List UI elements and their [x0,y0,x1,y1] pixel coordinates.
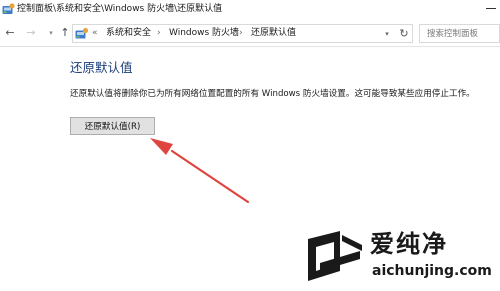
watermark-site: aichunjing.com [372,263,492,279]
control-panel-icon [75,27,89,39]
window-title: 控制面板\系统和安全\Windows 防火墙\还原默认值 [17,4,223,14]
aichunjing-logo [308,231,362,281]
minimize-button[interactable] [486,8,496,9]
page-title: 还原默认值 [70,60,133,75]
up-arrow-icon[interactable]: ↑ [58,26,72,40]
navigation-bar: ← → ▾ ↑ « 系统和安全 › Windows 防火墙 › 还原默认值 ▾ … [0,19,500,47]
restore-defaults-button[interactable]: 还原默认值(R) [70,117,155,135]
breadcrumb-separator-icon[interactable]: › [157,26,161,41]
address-dropdown-icon[interactable]: ▾ [378,24,396,43]
breadcrumb-separator-icon[interactable]: › [239,26,243,41]
breadcrumb-system-security[interactable]: 系统和安全 [106,26,151,41]
recent-locations-chevron-icon[interactable]: ▾ [44,26,58,40]
page-description: 还原默认值将删除你已为所有网络位置配置的所有 Windows 防火墙设置。这可能… [70,89,475,99]
forward-arrow-icon[interactable]: → [24,26,38,40]
control-panel-icon [2,3,15,14]
watermark-brand: 爱纯净 [370,230,448,258]
title-bar: 控制面板\系统和安全\Windows 防火墙\还原默认值 [0,0,500,19]
address-bar[interactable]: « 系统和安全 › Windows 防火墙 › 还原默认值 [72,24,413,43]
search-box[interactable] [419,24,500,43]
refresh-icon[interactable]: ↻ [396,24,413,43]
breadcrumb-windows-firewall[interactable]: Windows 防火墙 [169,26,239,41]
breadcrumb-overflow-icon[interactable]: « [92,26,98,41]
watermark: 爱纯净 aichunjing.com [300,225,500,291]
breadcrumb-restore-defaults[interactable]: 还原默认值 [251,26,296,41]
back-arrow-icon[interactable]: ← [3,26,17,40]
search-input[interactable] [420,25,500,42]
